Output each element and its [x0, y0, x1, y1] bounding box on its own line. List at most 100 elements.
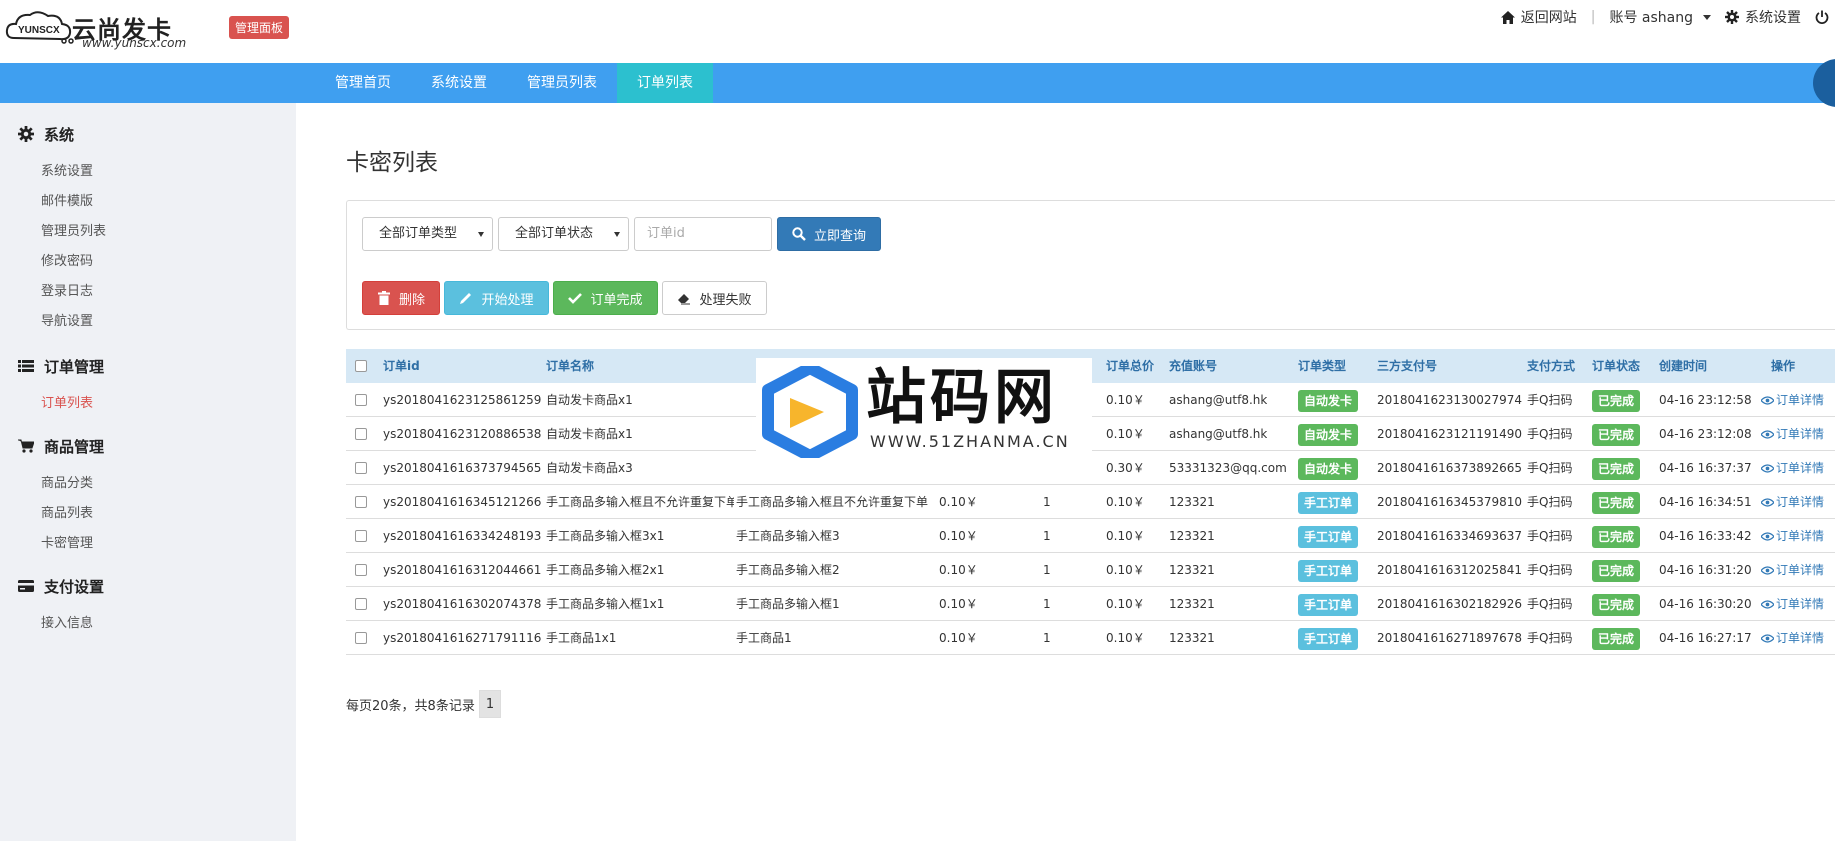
status-badge: 已完成 [1592, 389, 1641, 412]
eye-icon [1761, 396, 1774, 405]
order-detail-link[interactable]: 订单详情 [1761, 383, 1824, 417]
order-type-badge: 手工订单 [1298, 593, 1359, 616]
sidebar-item-nav-settings[interactable]: 导航设置 [41, 307, 106, 337]
eye-icon [1761, 600, 1774, 609]
check-icon [568, 293, 583, 304]
table-row: ys2018041616302074378 手工商品多输入框1x1 手工商品多输入框… [346, 587, 1835, 621]
site-logo[interactable]: YUNSCX 云尚发卡 www.yunscx.com [4, 6, 204, 50]
cell-order-status: 已完成 [1592, 383, 1641, 417]
cell-order-type: 手工订单 [1298, 519, 1359, 553]
pagination: 每页20条，共8条记录 1 [346, 690, 502, 718]
process-failed-label: 处理失败 [699, 292, 752, 308]
cell-unit-price: 0.10￥ [939, 631, 978, 645]
watermark-url: WWW.51ZHANMA.CN [870, 432, 1070, 451]
page-number-button[interactable]: 1 [478, 690, 502, 718]
table-row: ys2018041616345121266 手工商品多输入框且不允许重复下单x1 手… [346, 485, 1835, 519]
row-checkbox[interactable] [355, 428, 367, 440]
row-checkbox[interactable] [355, 564, 367, 576]
cell-created-time: 04-16 23:12:58 [1659, 393, 1752, 407]
eye-icon [1761, 566, 1774, 575]
nav-item-admin-list[interactable]: 管理员列表 [507, 63, 617, 103]
query-button[interactable]: 立即查询 [777, 217, 881, 251]
system-settings-link[interactable]: 系统设置 [1725, 7, 1801, 27]
cell-order-type: 自动发卡 [1298, 417, 1359, 451]
cell-account: 123321 [1169, 563, 1215, 577]
cell-order-type: 手工订单 [1298, 587, 1359, 621]
order-detail-label: 订单详情 [1776, 495, 1825, 509]
cell-order-id: ys2018041623125861259 [383, 393, 542, 407]
order-detail-link[interactable]: 订单详情 [1761, 553, 1824, 587]
order-detail-label: 订单详情 [1776, 461, 1825, 475]
sidebar-item-order-list[interactable]: 订单列表 [41, 389, 104, 419]
start-processing-button[interactable]: 开始处理 [444, 281, 549, 315]
cell-order-type: 手工订单 [1298, 485, 1359, 519]
sidebar: 系统 系统设置 邮件模版 管理员列表 修改密码 登录日志 导航设置 订单管理 订… [0, 103, 296, 841]
sidebar-item-card-management[interactable]: 卡密管理 [41, 529, 104, 559]
cell-order-name: 手工商品多输入框且不允许重复下单x1 [546, 495, 734, 509]
col-order-name: 订单名称 [546, 359, 595, 373]
sidebar-item-system-settings[interactable]: 系统设置 [41, 157, 106, 187]
nav-item-system-settings[interactable]: 系统设置 [411, 63, 507, 103]
sidebar-item-product-list[interactable]: 商品列表 [41, 499, 104, 529]
row-checkbox[interactable] [355, 496, 367, 508]
row-checkbox[interactable] [355, 394, 367, 406]
sidebar-item-login-log[interactable]: 登录日志 [41, 277, 106, 307]
row-checkbox[interactable] [355, 530, 367, 542]
cell-order-total: 0.10￥ [1106, 427, 1145, 441]
cell-trade-no: 2018041616334693637 [1377, 529, 1523, 543]
sidebar-item-change-password[interactable]: 修改密码 [41, 247, 106, 277]
order-complete-button[interactable]: 订单完成 [553, 281, 658, 315]
order-detail-link[interactable]: 订单详情 [1761, 485, 1824, 519]
sidebar-group-products: 商品管理 商品分类 商品列表 卡密管理 [18, 435, 104, 559]
main-navbar: 管理首页 系统设置 管理员列表 订单列表 [0, 59, 1835, 107]
order-complete-label: 订单完成 [590, 292, 643, 308]
sidebar-item-mail-template[interactable]: 邮件模版 [41, 187, 106, 217]
order-detail-link[interactable]: 订单详情 [1761, 621, 1824, 655]
cell-quantity: 1 [1043, 563, 1051, 577]
cell-order-total: 0.10￥ [1106, 529, 1145, 543]
status-badge: 已完成 [1592, 525, 1641, 548]
order-detail-link[interactable]: 订单详情 [1761, 519, 1824, 553]
select-all-checkbox[interactable] [355, 360, 367, 372]
status-badge: 已完成 [1592, 593, 1641, 616]
sidebar-item-admin-list[interactable]: 管理员列表 [41, 217, 106, 247]
eye-icon [1761, 532, 1774, 541]
process-failed-button[interactable]: 处理失败 [662, 281, 767, 315]
cell-quantity: 1 [1043, 597, 1051, 611]
status-badge: 已完成 [1592, 423, 1641, 446]
nav-item-order-list[interactable]: 订单列表 [617, 63, 713, 103]
order-detail-link[interactable]: 订单详情 [1761, 417, 1824, 451]
col-pay-method: 支付方式 [1527, 359, 1576, 373]
cell-order-total: 0.10￥ [1106, 495, 1145, 509]
cell-pay-method: 手Q扫码 [1527, 427, 1573, 441]
row-checkbox[interactable] [355, 462, 367, 474]
order-detail-link[interactable]: 订单详情 [1761, 587, 1824, 621]
eye-icon [1761, 430, 1774, 439]
sidebar-group-title: 系统 [18, 123, 106, 145]
nav-item-home[interactable]: 管理首页 [315, 63, 411, 103]
order-status-select[interactable]: 全部订单状态 [498, 217, 629, 251]
floating-circle-button[interactable] [1813, 59, 1835, 107]
order-type-badge: 手工订单 [1298, 627, 1359, 650]
cell-created-time: 04-16 16:37:37 [1659, 461, 1752, 475]
order-status-value: 全部订单状态 [515, 226, 594, 241]
cell-created-time: 04-16 16:34:51 [1659, 495, 1752, 509]
table-row: ys2018041616312044661 手工商品多输入框2x1 手工商品多输入框… [346, 553, 1835, 587]
order-type-select[interactable]: 全部订单类型 [362, 217, 493, 251]
row-checkbox[interactable] [355, 598, 367, 610]
order-detail-link[interactable]: 订单详情 [1761, 451, 1824, 485]
sidebar-item-product-category[interactable]: 商品分类 [41, 469, 104, 499]
back-to-site-link[interactable]: 返回网站 [1500, 7, 1577, 27]
row-checkbox[interactable] [355, 632, 367, 644]
cell-order-id: ys2018041616302074378 [383, 597, 542, 611]
order-detail-label: 订单详情 [1776, 529, 1825, 543]
sidebar-item-access-info[interactable]: 接入信息 [41, 609, 104, 639]
sidebar-group-system: 系统 系统设置 邮件模版 管理员列表 修改密码 登录日志 导航设置 [18, 123, 106, 337]
admin-panel-badge: 管理面板 [229, 16, 290, 39]
account-dropdown[interactable]: 账号 ashang [1609, 7, 1711, 27]
order-id-input[interactable]: 订单id [634, 217, 772, 251]
delete-button[interactable]: 删除 [362, 281, 440, 315]
cell-account: 123321 [1169, 529, 1215, 543]
logout-button[interactable] [1815, 10, 1829, 24]
cell-pay-method: 手Q扫码 [1527, 529, 1573, 543]
